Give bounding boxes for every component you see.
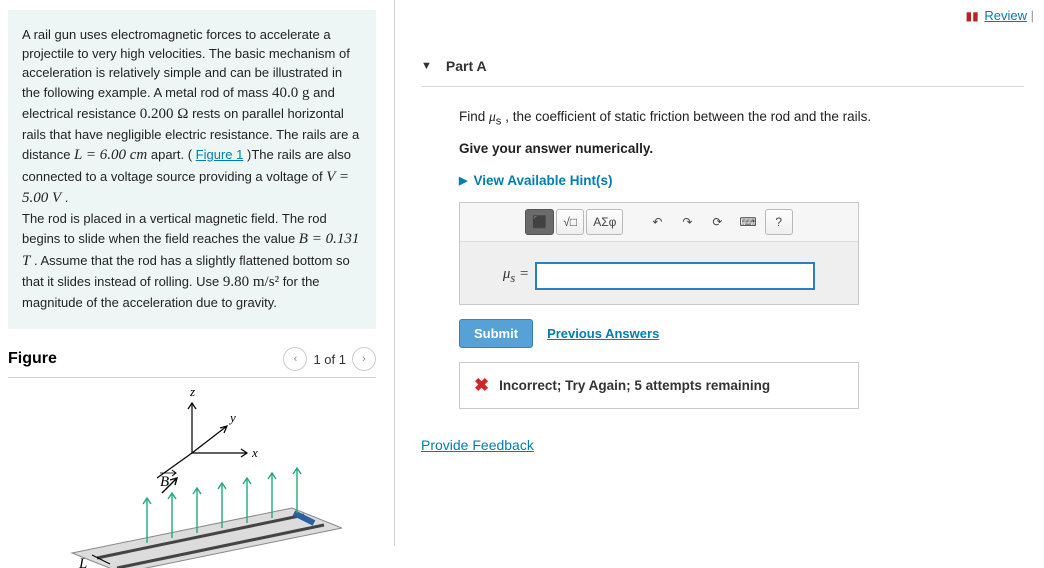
prompt-text: , the coefficient of static friction bet… [505,109,871,124]
previous-answers-link[interactable]: Previous Answers [547,326,659,341]
answer-instruction: Give your answer numerically. [459,139,1024,159]
keyboard-button[interactable]: ⌨ [733,209,762,235]
app-root: A rail gun uses electromagnetic forces t… [0,0,1044,546]
triangle-right-icon: ▶ [459,174,467,187]
greek-button[interactable]: ΑΣφ [586,209,623,235]
part-label: Part A [446,58,487,74]
mu-sub: s [496,116,502,128]
resistance-value: 0.200 Ω [140,106,189,122]
flag-icon[interactable]: ▮▮ [966,9,979,23]
figure-link[interactable]: Figure 1 [196,147,244,162]
incorrect-icon: ✖ [474,375,489,396]
figure-heading: Figure [8,350,57,368]
l-label: L [78,556,87,568]
problem-statement: A rail gun uses electromagnetic forces t… [8,10,376,329]
answer-input[interactable] [535,262,815,290]
part-header[interactable]: ▼ Part A [421,58,1024,87]
b-label: B [160,474,169,490]
button-row: Submit Previous Answers [459,319,1024,348]
view-hints-toggle[interactable]: ▶ View Available Hint(s) [459,173,613,188]
undo-button[interactable]: ↶ [643,209,671,235]
axis-y: y [228,410,236,425]
figure-next-button[interactable]: › [352,347,376,371]
mass-value: 40.0 g [272,85,310,101]
question-prompt: Find μs , the coefficient of static fric… [459,107,1024,159]
answer-lhs: μs = [503,266,529,286]
reset-button[interactable]: ⟳ [703,209,731,235]
length-eq: L = 6.00 cm [74,147,147,163]
sqrt-button[interactable]: √□ [556,209,584,235]
figure-prev-button[interactable]: ‹ [283,347,307,371]
right-column: ▮▮ Review | ▼ Part A Find μs , the coeff… [395,0,1044,546]
hints-label: View Available Hint(s) [473,173,612,188]
equation-toolbar: ⬛ √□ ΑΣφ ↶ ↷ ⟳ ⌨ ? [460,203,858,242]
figure-counter: 1 of 1 [313,352,346,367]
answer-row: μs = [460,262,858,290]
review-bar: ▮▮ Review | [966,8,1034,23]
templates-button[interactable]: ⬛ [525,209,554,235]
left-column: A rail gun uses electromagnetic forces t… [0,0,395,546]
review-link[interactable]: Review [984,8,1027,23]
problem-text: The rod is placed in a vertical magnetic… [22,211,327,246]
provide-feedback-link[interactable]: Provide Feedback [421,437,534,453]
mu-symbol: μ [489,109,496,124]
figure-image: z y x B L [8,378,376,568]
feedback-message: ✖ Incorrect; Try Again; 5 attempts remai… [459,362,859,409]
help-button[interactable]: ? [765,209,793,235]
problem-text: apart. ( [151,147,192,162]
gravity-value: 9.80 m/s² [223,274,279,290]
axis-z: z [189,384,195,399]
redo-button[interactable]: ↷ [673,209,701,235]
collapse-caret-icon: ▼ [421,60,432,72]
answer-input-zone: ⬛ √□ ΑΣφ ↶ ↷ ⟳ ⌨ ? μs = [459,202,859,305]
figure-header: Figure ‹ 1 of 1 › [8,347,376,378]
problem-text: . [65,190,69,205]
feedback-text: Incorrect; Try Again; 5 attempts remaini… [499,378,770,393]
submit-button[interactable]: Submit [459,319,533,348]
prompt-text: Find [459,109,489,124]
axis-x: x [251,445,258,460]
